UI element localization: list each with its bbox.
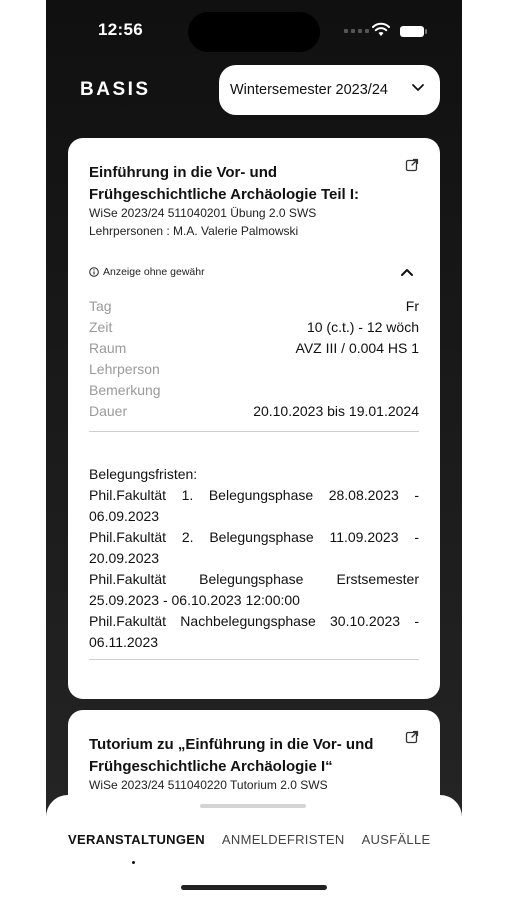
home-indicator[interactable] (181, 885, 327, 890)
frist-item: Phil.Fakultät 2. Belegungsphase 11.09.20… (89, 529, 419, 566)
detail-row-dauer: Dauer 20.10.2023 bis 19.01.2024 (89, 403, 419, 424)
sheet-grabber[interactable] (200, 804, 306, 808)
status-bar: 12:56 (46, 0, 462, 60)
battery-icon (400, 26, 427, 37)
detail-label: Raum (89, 340, 127, 356)
detail-label: Tag (89, 298, 112, 314)
wifi-icon (372, 22, 390, 36)
detail-row-bemerkung: Bemerkung (89, 382, 419, 403)
app-brand: BASIS (80, 79, 151, 100)
semester-select[interactable]: Wintersemester 2023/24 (219, 65, 440, 115)
app-screen: 12:56 BASIS Wintersemester 2023/24 Einfü… (46, 0, 462, 900)
course-meta: WiSe 2023/24 511040220 Tutorium 2.0 SWS (89, 778, 328, 792)
dynamic-island (188, 12, 320, 52)
frist-item: Phil.Fakultät 1. Belegungsphase 28.08.20… (89, 487, 419, 524)
fristen-title: Belegungsfristen: (89, 466, 198, 482)
course-title[interactable]: Tutorium zu „Einführung in die Vor- und … (89, 734, 394, 778)
frist-item: Phil.Fakultät Belegungsphase Erstsemeste… (89, 571, 419, 608)
tab-anmeldefristen[interactable]: ANMELDEFRISTEN (222, 832, 345, 847)
external-link-icon[interactable] (405, 730, 419, 744)
detail-value: AVZ III / 0.004 HS 1 (295, 340, 419, 356)
chevron-down-icon (412, 84, 424, 91)
cellular-signal-icon (344, 29, 369, 33)
external-link-icon[interactable] (405, 158, 419, 172)
detail-row-lehrperson: Lehrperson (89, 361, 419, 382)
detail-value: 20.10.2023 bis 19.01.2024 (253, 403, 419, 419)
frist-item: Phil.Fakultät Nachbelegungsphase 30.10.2… (89, 613, 419, 650)
divider (89, 431, 419, 432)
detail-label: Bemerkung (89, 382, 161, 398)
divider (89, 659, 419, 660)
detail-label: Lehrperson (89, 361, 160, 377)
disclaimer: Anzeige ohne gewähr (89, 266, 205, 278)
detail-label: Dauer (89, 403, 128, 419)
tab-ausfaelle[interactable]: AUSFÄLLE (362, 832, 431, 847)
detail-value: 10 (c.t.) - 12 wöch (306, 319, 419, 335)
tab-bar: VERANSTALTUNGEN ANMELDEFRISTEN AUSFÄLLE (68, 832, 447, 847)
detail-row-zeit: Zeit 10 (c.t.) - 12 wöch (89, 319, 419, 340)
bottom-tab-sheet: VERANSTALTUNGEN ANMELDEFRISTEN AUSFÄLLE (46, 795, 462, 900)
detail-label: Zeit (89, 319, 113, 335)
course-details: Tag Fr Zeit 10 (c.t.) - 12 wöch Raum AVZ… (89, 298, 419, 424)
course-lecturers: Lehrpersonen : M.A. Valerie Palmowski (89, 224, 299, 238)
detail-value: Fr (405, 298, 419, 314)
detail-row-tag: Tag Fr (89, 298, 419, 319)
detail-row-raum: Raum AVZ III / 0.004 HS 1 (89, 340, 419, 361)
active-tab-indicator (132, 861, 135, 864)
status-time: 12:56 (98, 20, 143, 39)
course-card: Einführung in die Vor- und Frühgeschicht… (68, 138, 440, 699)
belegungsfristen: Belegungsfristen: Phil.Fakultät 1. Beleg… (89, 464, 419, 653)
info-icon (89, 267, 99, 277)
course-title[interactable]: Einführung in die Vor- und Frühgeschicht… (89, 162, 394, 206)
chevron-up-icon[interactable] (400, 267, 414, 277)
disclaimer-text: Anzeige ohne gewähr (103, 266, 205, 278)
tab-veranstaltungen[interactable]: VERANSTALTUNGEN (68, 832, 205, 847)
semester-select-value: Wintersemester 2023/24 (230, 82, 388, 98)
course-meta: WiSe 2023/24 511040201 Übung 2.0 SWS (89, 206, 317, 220)
